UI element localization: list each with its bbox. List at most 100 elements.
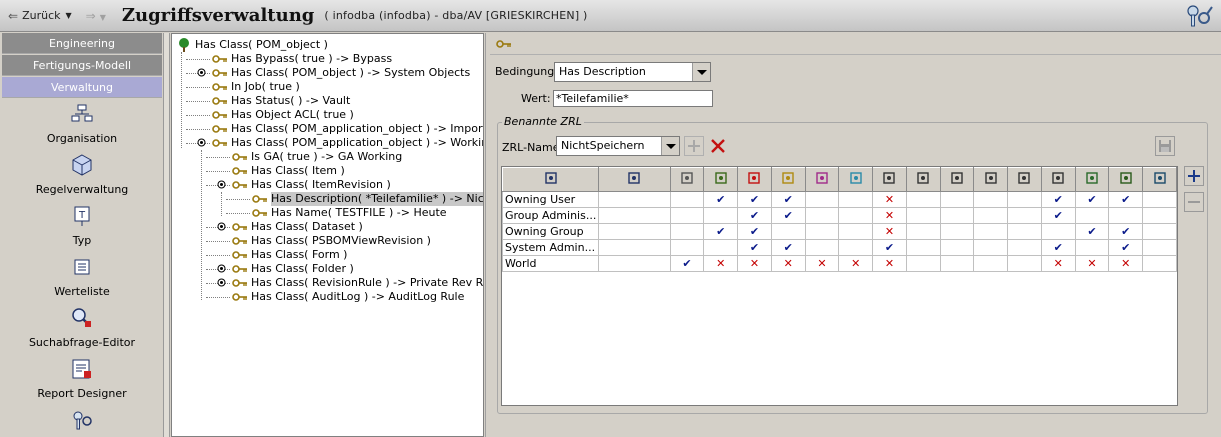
acl-column-header[interactable] bbox=[804, 167, 840, 192]
acl-column-header[interactable] bbox=[1108, 167, 1144, 192]
acl-permission-cell[interactable] bbox=[1007, 239, 1042, 256]
acl-column-header[interactable] bbox=[905, 167, 941, 192]
acl-permission-cell[interactable] bbox=[669, 239, 705, 256]
acl-column-header[interactable] bbox=[872, 167, 907, 192]
acl-permission-cell[interactable]: ✔ bbox=[1040, 239, 1076, 256]
tree-node[interactable]: Has Class( POM_application_object ) -> W… bbox=[212, 136, 483, 150]
tree-node[interactable]: Has Object ACL( true ) bbox=[212, 108, 354, 122]
nav-item-organisation[interactable]: Organisation bbox=[2, 102, 162, 145]
acl-permission-cell[interactable]: ✔ bbox=[1108, 239, 1144, 256]
expanded-toggle-icon[interactable] bbox=[217, 180, 226, 189]
acl-permission-cell[interactable]: ✔ bbox=[1040, 191, 1076, 208]
tree-node[interactable]: Has Class( RevisionRule ) -> Private Rev… bbox=[232, 276, 483, 290]
tree-node[interactable]: Has Bypass( true ) -> Bypass bbox=[212, 52, 392, 66]
acl-permission-cell[interactable] bbox=[804, 223, 840, 240]
acl-permission-cell[interactable] bbox=[669, 191, 705, 208]
acl-permission-cell[interactable] bbox=[838, 239, 874, 256]
acl-permission-cell[interactable] bbox=[973, 255, 1009, 272]
acl-permission-cell[interactable] bbox=[804, 207, 840, 224]
nav-splitter[interactable] bbox=[164, 33, 170, 437]
acl-column-header[interactable] bbox=[703, 167, 739, 192]
acl-permission-cell[interactable]: ✔ bbox=[1040, 207, 1076, 224]
collapsed-toggle-icon[interactable] bbox=[197, 68, 206, 77]
acl-permission-cell[interactable] bbox=[598, 239, 671, 256]
nav-item-werteliste[interactable]: Werteliste bbox=[2, 255, 162, 298]
acl-permission-cell[interactable]: ✔ bbox=[1108, 191, 1144, 208]
nav-item-typ[interactable]: T Typ bbox=[2, 204, 162, 247]
nav-item-regelverwaltung[interactable]: Regelverwaltung bbox=[2, 153, 162, 196]
acl-accessor-name[interactable]: Owning Group bbox=[502, 223, 600, 240]
acl-permission-cell[interactable] bbox=[939, 207, 975, 224]
acl-permission-cell[interactable]: ✔ bbox=[737, 191, 772, 208]
delete-acl-icon[interactable] bbox=[708, 136, 728, 156]
chevron-down-icon[interactable] bbox=[661, 137, 679, 155]
acl-permission-cell[interactable] bbox=[973, 191, 1009, 208]
collapsed-toggle-icon[interactable] bbox=[217, 222, 226, 231]
acl-permission-cell[interactable] bbox=[1142, 207, 1177, 224]
acl-row[interactable]: System Admin... ✔ ✔ ✔ ✔ ✔ bbox=[502, 239, 1177, 256]
tree-node[interactable]: Has Class( Folder ) bbox=[232, 262, 354, 276]
zrl-name-select[interactable]: NichtSpeichern bbox=[556, 136, 680, 156]
tree-node[interactable]: Has Class( POM_application_object ) -> I… bbox=[212, 122, 483, 136]
acl-permission-cell[interactable] bbox=[598, 255, 671, 272]
acl-permission-cell[interactable]: ✔ bbox=[703, 191, 739, 208]
acl-accessor-name[interactable]: System Admin... bbox=[502, 239, 600, 256]
acl-permission-cell[interactable] bbox=[1142, 255, 1177, 272]
acl-permission-cell[interactable] bbox=[598, 207, 671, 224]
acl-row[interactable]: Owning Group ✔ ✔ ✕ ✔ ✔ bbox=[502, 223, 1177, 240]
expanded-toggle-icon[interactable] bbox=[197, 138, 206, 147]
acl-permission-cell[interactable] bbox=[1040, 223, 1076, 240]
acl-column-header[interactable] bbox=[939, 167, 975, 192]
add-row-button[interactable] bbox=[1184, 166, 1204, 186]
acl-permission-cell[interactable] bbox=[770, 223, 806, 240]
acl-permission-cell[interactable] bbox=[1142, 223, 1177, 240]
acl-permission-cell[interactable] bbox=[905, 239, 941, 256]
acl-permission-cell[interactable] bbox=[1074, 239, 1110, 256]
tree-node[interactable]: Is GA( true ) -> GA Working bbox=[232, 150, 402, 164]
acl-column-header[interactable] bbox=[838, 167, 874, 192]
acl-row[interactable]: Group Adminis... ✔ ✔ ✕ ✔ bbox=[502, 207, 1177, 224]
acl-permission-cell[interactable]: ✕ bbox=[872, 223, 907, 240]
acl-permission-cell[interactable]: ✕ bbox=[1108, 255, 1144, 272]
acl-permission-cell[interactable]: ✕ bbox=[1074, 255, 1110, 272]
tree-node[interactable]: Has Class( POM_object ) -> System Object… bbox=[212, 66, 470, 80]
acl-permission-cell[interactable]: ✕ bbox=[703, 255, 739, 272]
collapsed-toggle-icon[interactable] bbox=[217, 264, 226, 273]
acl-permission-cell[interactable] bbox=[1074, 207, 1110, 224]
acl-permission-cell[interactable] bbox=[804, 191, 840, 208]
acl-permission-cell[interactable] bbox=[905, 191, 941, 208]
acl-permission-cell[interactable]: ✔ bbox=[872, 239, 907, 256]
acl-permission-cell[interactable] bbox=[1108, 207, 1144, 224]
acl-permission-cell[interactable]: ✕ bbox=[872, 207, 907, 224]
forward-dropdown-icon[interactable]: ▼ bbox=[100, 13, 106, 22]
acl-permission-cell[interactable]: ✔ bbox=[1074, 191, 1110, 208]
acl-column-header[interactable] bbox=[1040, 167, 1076, 192]
tree-node[interactable]: Has Class( Dataset ) bbox=[232, 220, 363, 234]
acl-permission-cell[interactable] bbox=[598, 223, 671, 240]
acl-permission-cell[interactable] bbox=[939, 191, 975, 208]
condition-select[interactable]: Has Description bbox=[554, 62, 711, 82]
acl-permission-cell[interactable] bbox=[905, 255, 941, 272]
tree-node[interactable]: Has Name( TESTFILE ) -> Heute bbox=[252, 206, 447, 220]
tree-node[interactable]: Has Description( *Teilefamilie* ) -> Nic… bbox=[252, 192, 483, 206]
nav-engineering[interactable]: Engineering bbox=[2, 33, 162, 54]
acl-permission-cell[interactable]: ✔ bbox=[1074, 223, 1110, 240]
acl-permission-cell[interactable]: ✔ bbox=[737, 223, 772, 240]
tree-node[interactable]: Has Class( PSBOMViewRevision ) bbox=[232, 234, 431, 248]
acl-permission-cell[interactable]: ✔ bbox=[1108, 223, 1144, 240]
acl-permission-cell[interactable] bbox=[1007, 191, 1042, 208]
acl-permission-cell[interactable]: ✔ bbox=[770, 239, 806, 256]
back-button[interactable]: ⇐ Zurück ▼ bbox=[8, 9, 72, 23]
tree-node[interactable]: Has Class( Form ) bbox=[232, 248, 347, 262]
acl-permission-cell[interactable] bbox=[1007, 207, 1042, 224]
nav-item-report-designer[interactable]: Report Designer bbox=[2, 357, 162, 400]
acl-permission-cell[interactable] bbox=[905, 223, 941, 240]
acl-permission-cell[interactable]: ✕ bbox=[838, 255, 874, 272]
acl-column-header[interactable] bbox=[502, 167, 600, 192]
acl-permission-cell[interactable]: ✔ bbox=[737, 207, 772, 224]
acl-permission-cell[interactable]: ✔ bbox=[770, 207, 806, 224]
nav-item-access-manager[interactable] bbox=[2, 409, 162, 433]
acl-permission-cell[interactable] bbox=[973, 223, 1009, 240]
acl-permission-cell[interactable]: ✕ bbox=[872, 255, 907, 272]
acl-permission-cell[interactable]: ✕ bbox=[872, 191, 907, 208]
